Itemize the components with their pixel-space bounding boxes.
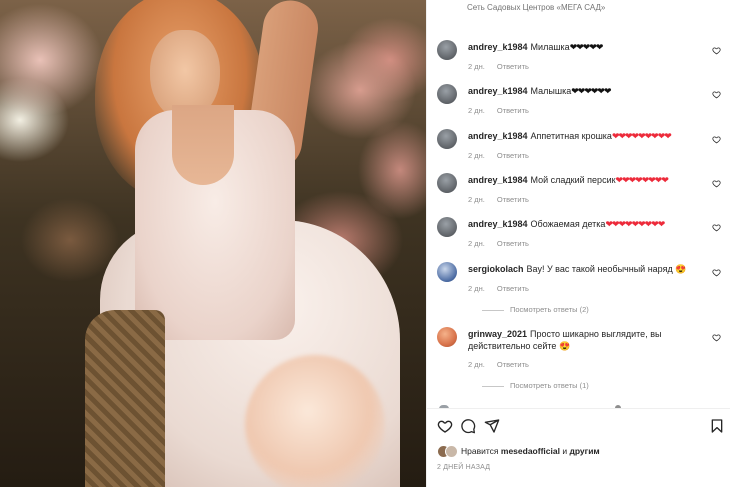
- comment-emoji: ❤❤❤❤❤❤❤❤❤: [605, 219, 665, 229]
- comment-username[interactable]: andrey_k1984: [468, 42, 528, 52]
- comment-time: 2 дн.: [468, 195, 485, 204]
- comment-time: 2 дн.: [468, 151, 485, 160]
- reply-button[interactable]: Ответить: [497, 62, 529, 71]
- replies-divider: [482, 309, 504, 311]
- likes-text: Нравится mesedaofficial и другим: [461, 446, 600, 456]
- comment-text: andrey_k1984 Милашка❤❤❤❤❤: [468, 41, 716, 53]
- view-replies-label: Посмотреть ответы (1): [510, 381, 589, 390]
- heart-icon[interactable]: [712, 135, 721, 144]
- view-replies-label: Посмотреть ответы (2): [510, 305, 589, 314]
- comment-meta: 2 дн. Ответить: [468, 62, 529, 71]
- reply-button[interactable]: Ответить: [497, 239, 529, 248]
- comment-text: andrey_k1984 Аппетитная крошка❤❤❤❤❤❤❤❤❤: [468, 130, 716, 142]
- photo-neck: [172, 105, 234, 185]
- photo-chair: [85, 310, 165, 487]
- heart-icon[interactable]: [712, 333, 721, 342]
- likes-conj: и: [562, 446, 568, 456]
- comment-text: sergiokolach Вау! У вас такой необычный н…: [468, 263, 716, 275]
- user-avatar[interactable]: [437, 327, 457, 347]
- reply-button[interactable]: Ответить: [497, 360, 529, 369]
- likes-prefix: Нравится: [461, 446, 499, 456]
- comment-username[interactable]: andrey_k1984: [468, 219, 528, 229]
- likes-user[interactable]: mesedaofficial: [501, 446, 560, 456]
- comment-text: andrey_k1984 Мой сладкий персик❤❤❤❤❤❤❤❤: [468, 174, 716, 186]
- comment-time: 2 дн.: [468, 239, 485, 248]
- user-avatar[interactable]: [437, 129, 457, 149]
- comment-emoji: ❤❤❤❤❤❤❤❤❤: [611, 131, 672, 141]
- comment-body: Вау! У вас такой необычный наряд: [526, 264, 673, 274]
- post-timestamp: 2 ДНЕЙ НАЗАД: [437, 464, 491, 471]
- comment-username[interactable]: andrey_k1984: [468, 86, 528, 96]
- share-icon[interactable]: [484, 418, 500, 434]
- comment-username[interactable]: grinway_2021: [468, 329, 527, 339]
- comment-emoji: 😍: [558, 341, 571, 351]
- reply-button[interactable]: Ответить: [497, 151, 529, 160]
- post-photo[interactable]: [0, 0, 426, 487]
- comment-meta: 2 дн. Ответить: [468, 195, 529, 204]
- comment-time: 2 дн.: [468, 360, 485, 369]
- view-replies-button[interactable]: Посмотреть ответы (2): [482, 305, 589, 314]
- header-caption: Сеть Садовых Центров «МЕГА САД»: [467, 3, 606, 12]
- heart-icon[interactable]: [712, 90, 721, 99]
- heart-icon[interactable]: [712, 268, 721, 277]
- comment-meta: 2 дн. Ответить: [468, 106, 529, 115]
- user-avatar[interactable]: [437, 84, 457, 104]
- comment-body: Милашка: [530, 42, 570, 52]
- comment-emoji: ❤❤❤❤❤❤❤❤: [615, 175, 669, 185]
- likes-others[interactable]: другим: [569, 446, 599, 456]
- reply-button[interactable]: Ответить: [497, 195, 529, 204]
- comment-meta: 2 дн. Ответить: [468, 239, 529, 248]
- heart-icon[interactable]: [712, 223, 721, 232]
- comment-icon[interactable]: [460, 418, 476, 434]
- photo-flower: [245, 355, 385, 487]
- comment-text: andrey_k1984 Малышка❤❤❤❤❤❤: [468, 85, 716, 97]
- comment-username[interactable]: andrey_k1984: [468, 175, 528, 185]
- replies-divider: [482, 385, 504, 387]
- user-avatar[interactable]: [437, 217, 457, 237]
- comment-time: 2 дн.: [468, 284, 485, 293]
- comment-emoji: ❤❤❤❤❤: [569, 42, 604, 52]
- post-actions: Нравится mesedaofficial и другим 2 ДНЕЙ …: [427, 408, 730, 487]
- comment-text: grinway_2021 Просто шикарно выглядите, вы…: [468, 328, 716, 352]
- bookmark-icon[interactable]: [709, 418, 725, 434]
- comment-body: Малышка: [530, 86, 572, 96]
- comment-body: Обожаемая детка: [530, 219, 606, 229]
- comment-meta: 2 дн. Ответить: [468, 151, 529, 160]
- comment-username[interactable]: sergiokolach: [468, 264, 524, 274]
- comment-meta: 2 дн. Ответить: [468, 360, 529, 369]
- reply-button[interactable]: Ответить: [497, 284, 529, 293]
- user-avatar[interactable]: [437, 173, 457, 193]
- user-avatar[interactable]: [437, 40, 457, 60]
- view-replies-button[interactable]: Посмотреть ответы (1): [482, 381, 589, 390]
- heart-icon[interactable]: [437, 418, 453, 434]
- heart-icon[interactable]: [712, 179, 721, 188]
- comment-emoji: ❤❤❤❤❤❤: [571, 86, 611, 96]
- comment-body: Аппетитная крошка: [530, 131, 612, 141]
- liker-avatar: [445, 445, 458, 458]
- reply-button[interactable]: Ответить: [497, 106, 529, 115]
- comment-time: 2 дн.: [468, 62, 485, 71]
- comment-body: Мой сладкий персик: [530, 175, 616, 185]
- comment-time: 2 дн.: [468, 106, 485, 115]
- comments-panel: Сеть Садовых Центров «МЕГА САД» andrey_k…: [426, 0, 730, 487]
- user-avatar[interactable]: [437, 262, 457, 282]
- comment-meta: 2 дн. Ответить: [468, 284, 529, 293]
- heart-icon[interactable]: [712, 46, 721, 55]
- comment-username[interactable]: andrey_k1984: [468, 131, 528, 141]
- comment-emoji: 😍: [675, 264, 687, 274]
- comment-text: andrey_k1984 Обожаемая детка❤❤❤❤❤❤❤❤❤: [468, 218, 716, 230]
- likes-summary[interactable]: Нравится mesedaofficial и другим: [437, 445, 727, 459]
